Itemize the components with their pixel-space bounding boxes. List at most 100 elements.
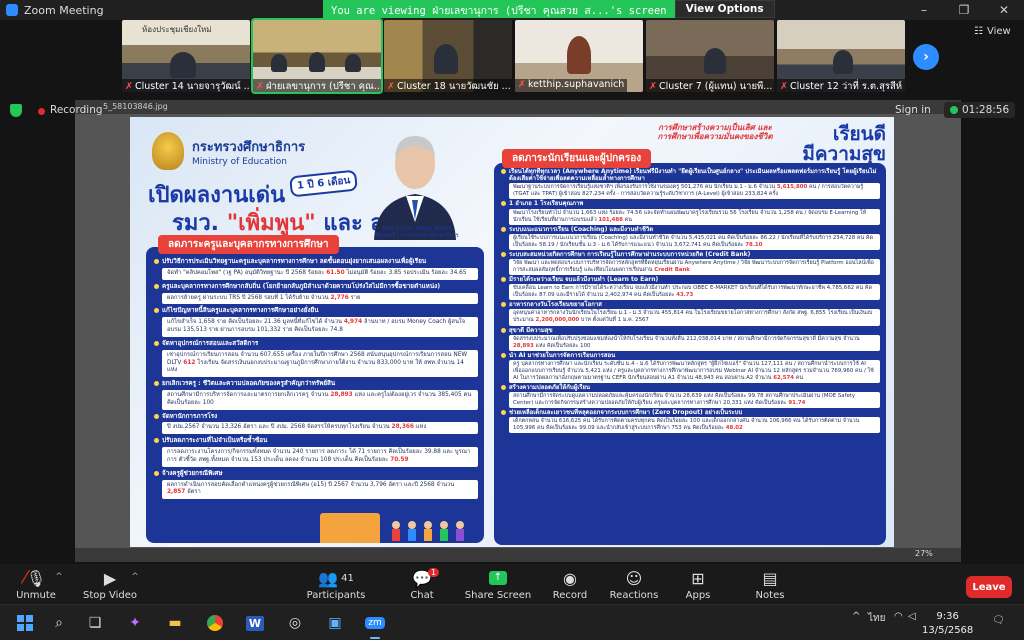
info-item-text: วิจัย พัฒนา และทดสอบระบบการบริหารจัดการห… [513, 260, 874, 274]
info-item-heading: มีรายได้ระหว่างเรียน จบแล้วมีงานทำ (Lear… [500, 276, 880, 283]
info-item-highlight-value: 28,893 [330, 391, 353, 398]
info-item-body: ขับเคลื่อน Learn to Earn การมีรายได้ระหว… [509, 284, 880, 301]
person-silhouette [704, 48, 726, 74]
video-gallery: ห้องประชุมเชียงใหม่ ✗ Cluster 14 นายจารุว… [0, 18, 1024, 96]
participant-tile[interactable]: ✗ ketthip.suphavanich [515, 20, 643, 92]
encryption-shield-icon[interactable] [10, 104, 22, 117]
share-banner: You are viewing ฝ่ายเลขานุการ (ปรีชา คุณ… [323, 0, 775, 18]
info-item-body: ผู้เรียนใช้ระบบการแนะแนวการเรียน (Coachi… [509, 233, 880, 250]
view-button[interactable]: ☷ View [974, 26, 1011, 37]
reactions-button[interactable]: ☺ Reactions [602, 568, 666, 602]
sign-in-link[interactable]: Sign in [895, 104, 931, 116]
info-item-body: เด็กตกหล่น จำนวน 616,625 คน ได้รับการติด… [509, 417, 880, 434]
taskbar-clock[interactable]: 9:36 13/5/2568 [922, 610, 973, 638]
info-item-text: ครู บุคลากรทางการศึกษา และนักเรียน ระดับ… [513, 360, 874, 381]
copilot-icon[interactable]: ✦ [124, 613, 146, 633]
wifi-icon[interactable]: ◠ [894, 611, 903, 622]
notifications-icon[interactable]: 🗨 [992, 615, 1005, 626]
view-options-button[interactable]: View Options [674, 0, 775, 18]
input-language[interactable]: ไทย [868, 611, 885, 626]
restore-icon[interactable]: ❐ [944, 0, 984, 20]
recording-label[interactable]: Recording [50, 104, 103, 116]
zoom-percent[interactable]: 27% [915, 549, 933, 558]
photos-icon[interactable]: ▣ [324, 613, 346, 633]
start-button[interactable] [14, 613, 36, 633]
apps-label: Apps [685, 590, 711, 601]
info-item-heading: ระบบแนะแนวการเรียน (Coaching) และมีงานทำ… [500, 226, 880, 233]
data-date-note: ข้อมูล ณ วันที่ 9 พฤษภาคม 2568 [154, 523, 242, 530]
participant-tile-active[interactable]: ✗ ฝ่ายเลขานุการ (ปรีชา คุณ... [251, 18, 383, 94]
info-item-highlight-value: 101,488 [598, 216, 623, 223]
chat-button[interactable]: 💬 1 Chat [390, 568, 454, 601]
info-item-text-tail: ราย [350, 294, 361, 301]
info-item-heading: ครูและบุคลากรทางการศึกษากลับถิ่น (โยกย้า… [152, 282, 478, 292]
search-icon[interactable]: ⌕ [48, 613, 70, 633]
info-item-body: สถานศึกษามีการจัดระบบดูแลความปลอดภัยและค… [509, 392, 880, 409]
task-view-icon[interactable]: ❏ [84, 613, 106, 633]
info-item-text-tail: คน [795, 374, 804, 381]
chrome-icon[interactable] [204, 613, 226, 633]
share-screen-button[interactable]: ↑ Share Screen [464, 568, 532, 601]
info-item-body: อุดหนุนค่าอาหารกลางวันนักเรียนในโรงเรียน… [509, 309, 880, 326]
info-item-text-tail: บาท ตั้งแต่วันที่ 1 ม.ค. 2567 [580, 317, 649, 324]
participant-name: Cluster 12 ว่าที่ ร.ต.สุรสีห์ ... [789, 81, 905, 92]
info-item-highlight-value: 2,857 [167, 489, 186, 496]
muted-mic-icon: ✗ [649, 81, 657, 92]
info-item-highlight-value: 4,974 [343, 319, 363, 326]
timer-status-icon [950, 106, 958, 114]
info-item-text-tail: โรงเรียน จัดสรรเงินนอกงบประมาณฐานภูมิการ… [167, 359, 464, 374]
participant-name: Cluster 7 (ผู้แทน) นายพี... [658, 81, 773, 92]
info-item-highlight-value: 43.73 [676, 292, 694, 299]
zoom-taskbar-icon[interactable]: zm [364, 613, 386, 639]
notes-button[interactable]: ▤ Notes [738, 568, 802, 602]
person-silhouette [345, 54, 361, 72]
file-explorer-icon[interactable]: ▬ [164, 613, 186, 633]
audio-options-caret[interactable]: ^ [52, 572, 66, 582]
info-item-heading: ปรับลดภาระงานที่ไม่จำเป็นหรือซ้ำซ้อน [152, 436, 478, 446]
record-button[interactable]: ◉ Record [538, 568, 602, 602]
info-item-text: เด็กตกหล่น จำนวน 616,625 คน ได้รับการติด… [513, 418, 860, 432]
video-camera-icon: ▶ [103, 568, 117, 588]
video-options-caret[interactable]: ^ [128, 572, 142, 582]
record-label: Record [552, 590, 588, 601]
notes-icon: ▤ [762, 568, 778, 588]
info-item-heading: แก้ไขปัญหาหนี้สินครูและบุคลากรทางการศึกษ… [152, 306, 478, 316]
volume-icon[interactable]: ◁ [908, 611, 916, 622]
tile-caption: ✗ ฝ่ายเลขานุการ (ปรีชา คุณ... [253, 79, 381, 92]
muted-mic-icon: 🎙 ⁄ [23, 566, 47, 588]
apps-button[interactable]: ⊞ Apps [666, 568, 730, 602]
participant-tile[interactable]: ✗ Cluster 12 ว่าที่ ร.ต.สุรสีห์ ... [777, 20, 905, 92]
right-big-title-line-1: เรียนดี [832, 123, 886, 145]
close-icon[interactable]: ✕ [984, 0, 1024, 20]
minimize-icon[interactable]: – [904, 0, 944, 20]
share-screen-label: Share Screen [464, 590, 532, 601]
camera-app-icon[interactable]: ◎ [284, 613, 306, 633]
leave-button[interactable]: Leave [966, 576, 1012, 598]
record-icon: ◉ [563, 568, 577, 588]
info-item-highlight-value: 70.59 [390, 456, 409, 463]
year-badge: 1 ปี 6 เดือน [289, 169, 359, 198]
student-burden-panel: เรียนได้ทุกที่ทุกเวลา (Anywhere Anytime)… [494, 163, 886, 545]
grid-icon: ☷ [974, 26, 983, 37]
participants-icon: 👥 41 [318, 568, 354, 588]
person-silhouette [170, 52, 196, 78]
tile-caption: ✗ Cluster 14 นายจารุวัฒน์ ... [122, 79, 250, 92]
viewing-screen-text: You are viewing ฝ่ายเลขานุการ (ปรีชา คุณ… [323, 0, 675, 18]
muted-mic-icon: ✗ [256, 81, 264, 92]
word-icon[interactable]: W [244, 613, 266, 633]
info-item-text: จัดสรรงบประมาณเพื่อปรับปรุงซ่อมแซมห้องน้… [513, 335, 860, 342]
info-item-body: จัดทำ "คลิปคอมโพส" (วฐ PA) อนุมัติวิทยฐา… [162, 267, 478, 280]
participants-button[interactable]: 👥 41 Participants [304, 568, 368, 602]
participant-tile[interactable]: ห้องประชุมเชียงใหม่ ✗ Cluster 14 นายจารุว… [122, 20, 250, 92]
info-item-body: สถานศึกษามีการบริหารจัดการและมาตรการยกเล… [162, 389, 478, 410]
info-item-highlight-value: Credit Bank [654, 267, 690, 274]
info-item-body: แก้ไขสำเร็จ 1,658 ราย คิดเป็นร้อยละ 21.3… [162, 317, 478, 337]
tray-overflow-icon[interactable]: ^ [852, 611, 860, 622]
unmute-label: Unmute [16, 590, 56, 601]
infographic-image: กระทรวงศึกษาธิการ Ministry of Education … [130, 117, 894, 547]
participant-tile[interactable]: ✗ Cluster 7 (ผู้แทน) นายพี... [646, 20, 774, 92]
participant-tile[interactable]: ✗ Cluster 18 นายวัฒนชัย ... [384, 20, 512, 92]
info-item-text: พัฒนาโรงเรียนทั่วไป จำนวน 1,663 แห่ง ร้อ… [513, 209, 867, 223]
gallery-next-button[interactable]: › [913, 44, 939, 70]
info-item-text: ผลการย้ายครู ผ่านระบบ TRS ปี 2568 รอบที่… [167, 294, 329, 301]
